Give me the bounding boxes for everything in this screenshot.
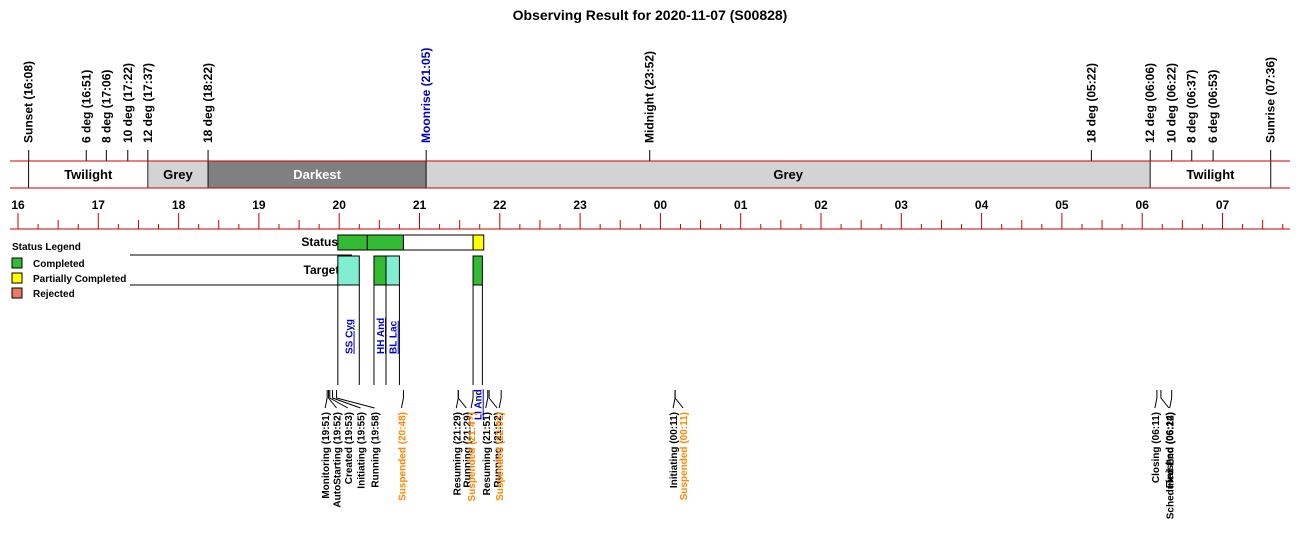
target-link-1[interactable]: HH And (376, 318, 387, 354)
hour-label-12: 04 (975, 198, 989, 212)
legend-label-1: Partially Completed (33, 274, 126, 285)
event-label-0: Sunset (16:08) (22, 61, 36, 143)
band-label-0: Twilight (64, 167, 113, 182)
log-suspended-label: Suspended (00:11) (679, 412, 690, 500)
hour-label-1: 17 (92, 198, 106, 212)
hour-label-3: 19 (252, 198, 266, 212)
chart-title: Observing Result for 2020-11-07 (S00828) (513, 7, 788, 23)
log-suspended-label: Suspended (22:01) (495, 412, 506, 501)
band-label-1: Grey (163, 167, 193, 182)
event-label-10: 10 deg (06:22) (1165, 63, 1179, 143)
event-label-12: 6 deg (06:53) (1206, 70, 1220, 143)
hour-label-14: 06 (1136, 198, 1150, 212)
target-block-3 (472, 255, 483, 286)
hour-label-2: 18 (172, 198, 186, 212)
legend-title: Status Legend (12, 242, 81, 253)
event-label-2: 8 deg (17:06) (99, 70, 113, 143)
hour-label-9: 01 (734, 198, 748, 212)
sky-bands: Twilight Grey Darkest Grey Twilight (10, 160, 1290, 189)
event-label-11: 8 deg (06:37) (1185, 70, 1199, 143)
hour-label-11: 03 (895, 198, 909, 212)
log-leader-10 (488, 390, 498, 409)
log-leader-16 (1169, 390, 1173, 409)
status-target-rows: Status Targets SS Cyg HH And BL LacLI And (130, 234, 485, 420)
hour-label-13: 05 (1055, 198, 1069, 212)
log-leader-0 (324, 390, 328, 409)
log-event-label: Scheduled End (06:22) (1166, 412, 1177, 519)
legend-label-2: Rejected (33, 289, 75, 300)
hour-label-8: 00 (654, 198, 668, 212)
band-label-3: Grey (773, 167, 803, 182)
log-suspended-label: Suspended (21:4?) (467, 412, 478, 501)
log-leader-15 (1160, 390, 1170, 409)
status-block-1 (366, 234, 404, 251)
event-label-8: 18 deg (05:22) (1084, 63, 1098, 143)
time-axis: 16 17 18 19 20 21 22 23 00 01 02 03 04 05 06 07 (10, 198, 1290, 230)
event-label-4: 12 deg (17:37) (141, 63, 155, 143)
event-label-7: Midnight (23:52) (643, 51, 657, 143)
hour-label-5: 21 (413, 198, 427, 212)
log-event-label: Created (19:53) (344, 412, 355, 484)
legend-swatch-0 (11, 257, 23, 269)
log-event-label: Closing (06:11) (1151, 412, 1162, 483)
event-label-6: Moonrise (21:05) (419, 48, 433, 143)
log-leader-9 (485, 390, 489, 409)
status-row-label: Status (301, 235, 338, 249)
log-suspended-label: Suspended (20:48) (397, 412, 408, 501)
target-link-2[interactable]: BL Lac (389, 320, 400, 354)
event-label-5: 18 deg (18:22) (201, 63, 215, 143)
activity-log: Monitoring (19:51) AutoStarting (19:52) Cr… (321, 390, 1177, 519)
hour-label-7: 23 (573, 198, 587, 212)
log-leader-14 (1154, 390, 1158, 409)
band-label-2: Darkest (293, 167, 341, 182)
hour-label-0: 16 (11, 198, 25, 212)
log-event-label: Resuming (21:51) (482, 412, 493, 495)
event-label-3: 10 deg (17:22) (121, 63, 135, 143)
log-event-label: Running (19:58) (371, 412, 382, 488)
log-event-label: Initiating (19:55) (357, 412, 368, 489)
status-block-0 (337, 234, 368, 251)
target-block-1 (373, 255, 387, 286)
log-leader-7 (457, 390, 467, 409)
legend-label-0: Completed (33, 259, 85, 270)
log-leader-5 (400, 390, 404, 409)
event-label-1: 6 deg (16:51) (79, 70, 93, 143)
legend-swatch-2 (11, 287, 23, 299)
status-legend: Status Legend Completed Partially Complet… (11, 242, 126, 300)
legend-swatch-1 (11, 272, 23, 284)
log-event-label: AutoStarting (19:52) (333, 412, 344, 508)
target-link-0[interactable]: SS Cyg (345, 319, 356, 354)
status-block-3 (472, 234, 485, 251)
hour-label-15: 07 (1216, 198, 1230, 212)
hour-label-4: 20 (333, 198, 347, 212)
hour-label-6: 22 (493, 198, 507, 212)
log-leader-13 (674, 390, 684, 409)
target-block-2 (385, 255, 400, 286)
band-label-4: Twilight (1186, 167, 1235, 182)
log-leader-11 (498, 390, 502, 409)
status-block-2 (402, 234, 474, 251)
target-block-0 (337, 255, 360, 286)
hour-label-10: 02 (814, 198, 828, 212)
event-label-9: 12 deg (06:06) (1143, 63, 1157, 143)
log-event-label: Monitoring (19:51) (321, 412, 332, 499)
event-label-13: Sunrise (07:36) (1264, 57, 1278, 143)
observing-diagram: Observing Result for 2020-11-07 (S00828)… (10, 7, 1290, 519)
